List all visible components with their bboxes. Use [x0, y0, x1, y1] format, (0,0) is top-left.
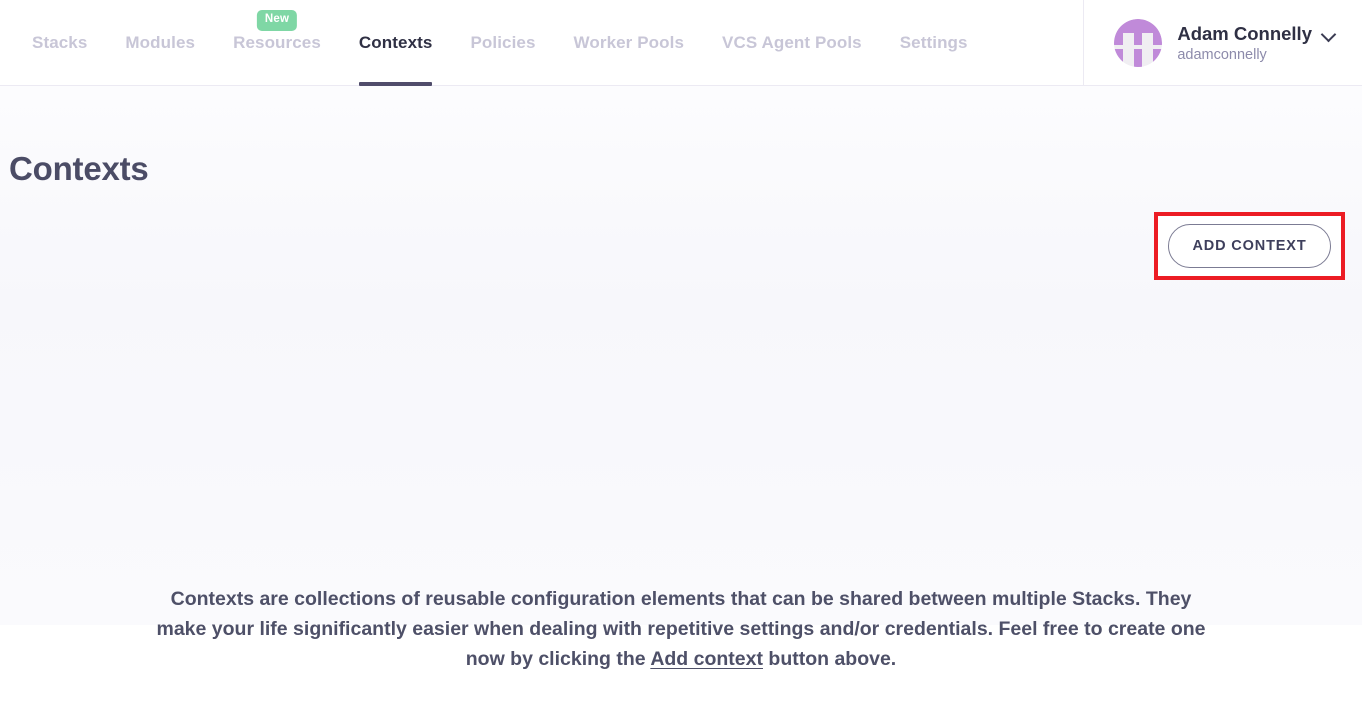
nav-item-policies[interactable]: Policies: [451, 0, 554, 86]
nav-item-resources[interactable]: New Resources: [214, 0, 340, 86]
nav-label: Contexts: [358, 33, 433, 52]
add-context-highlight-box: ADD CONTEXT: [1154, 212, 1345, 280]
user-handle: adamconnelly: [1177, 46, 1267, 63]
page-content: Contexts ADD CONTEXT Contexts are collec…: [0, 86, 1362, 670]
nav-label: Stacks: [32, 33, 88, 52]
nav-item-modules[interactable]: Modules: [106, 0, 214, 86]
user-name: Adam Connelly: [1177, 22, 1312, 44]
user-info: Adam Connelly adamconnelly: [1177, 23, 1336, 63]
add-context-link[interactable]: Add context: [650, 648, 763, 670]
nav-item-stacks[interactable]: Stacks: [13, 0, 106, 86]
nav-label: Modules: [125, 33, 196, 52]
user-name-row: Adam Connelly: [1177, 23, 1336, 45]
empty-state-text: Contexts are collections of reusable con…: [149, 584, 1214, 674]
nav-item-contexts[interactable]: Contexts: [340, 0, 452, 86]
user-menu[interactable]: Adam Connelly adamconnelly: [1084, 0, 1362, 85]
nav-label: Policies: [470, 33, 536, 52]
page-header: Contexts: [0, 86, 1362, 207]
nav-item-vcs-agent-pools[interactable]: VCS Agent Pools: [703, 0, 881, 86]
add-context-button[interactable]: ADD CONTEXT: [1168, 224, 1331, 268]
avatar: [1114, 18, 1163, 67]
empty-state: Contexts are collections of reusable con…: [0, 564, 1362, 693]
nav-label: Worker Pools: [573, 33, 685, 52]
nav-item-settings[interactable]: Settings: [881, 0, 987, 86]
nav-label: VCS Agent Pools: [722, 33, 862, 52]
page-title: Contexts: [9, 150, 149, 188]
main-navigation: Stacks Modules New Resources Contexts Po…: [0, 0, 1083, 86]
app-header: Stacks Modules New Resources Contexts Po…: [0, 0, 1362, 86]
nav-label: Settings: [899, 33, 968, 52]
chevron-down-icon[interactable]: [1322, 29, 1336, 38]
new-badge: New: [256, 10, 298, 31]
empty-text-after: button above.: [762, 647, 897, 670]
nav-label: Resources: [233, 33, 321, 52]
nav-item-worker-pools[interactable]: Worker Pools: [555, 0, 703, 86]
